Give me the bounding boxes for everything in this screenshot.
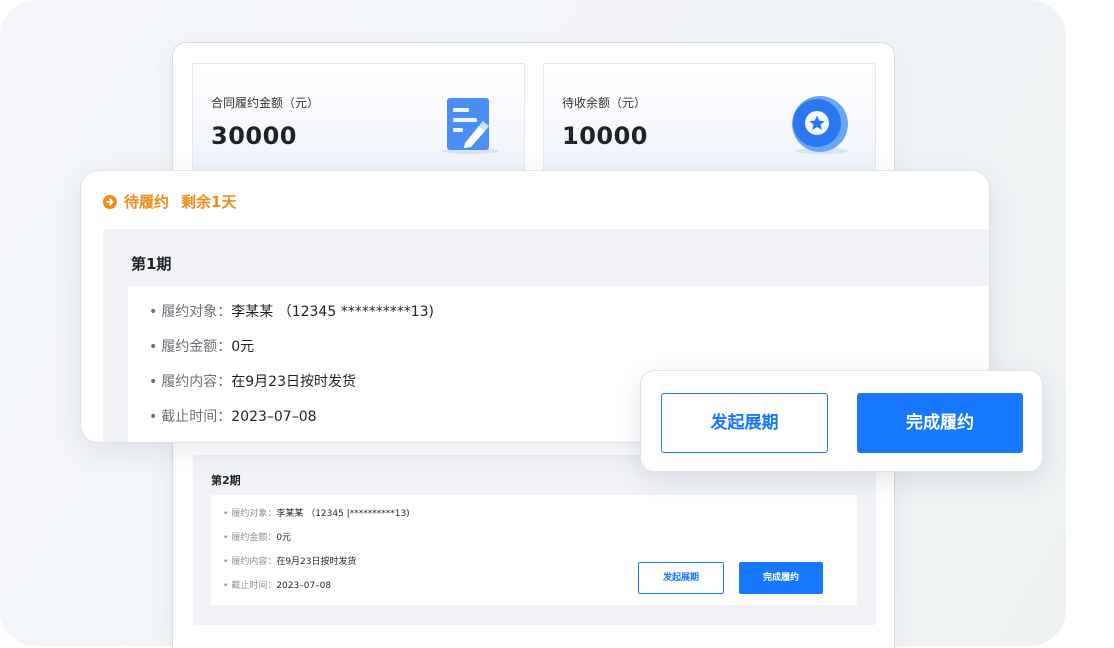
status-label: 待履约	[124, 193, 170, 211]
complete-button[interactable]: 完成履约	[739, 562, 823, 594]
action-panel: 发起展期 完成履约	[640, 370, 1043, 472]
list-item: • 履约金额：0元	[223, 533, 292, 543]
list-item: • 履约对象：李某某 （12345 **********13)	[149, 304, 434, 320]
list-item: • 履约内容：在9月23日按时发货	[149, 374, 356, 390]
contract-amount-card: 合同履约金额（元） 30000	[192, 63, 525, 175]
period-detail-list: • 履约对象：李某某 （12345 |**********13) • 履约金额：0元…	[223, 507, 410, 603]
period-2-section: 第2期 • 履约对象：李某某 （12345 |**********13) • 履约金…	[193, 455, 876, 625]
period-title: 第1期	[131, 255, 172, 273]
stat-value: 30000	[211, 122, 297, 150]
status-badge: 待履约 剩余1天	[103, 191, 236, 212]
complete-button[interactable]: 完成履约	[857, 393, 1023, 453]
stat-label: 合同履约金额（元）	[211, 96, 320, 110]
list-item: • 履约内容：在9月23日按时发货	[223, 557, 357, 567]
period-2-details: • 履约对象：李某某 （12345 |**********13) • 履约金额：0元…	[211, 495, 857, 605]
remaining-days: 剩余1天	[181, 193, 237, 211]
stat-value: 10000	[562, 122, 648, 150]
list-item: • 履约金额：0元	[149, 339, 255, 355]
list-item: • 履约对象：李某某 （12345 |**********13)	[223, 509, 410, 519]
arrow-right-circle-icon	[103, 194, 117, 209]
period-title: 第2期	[211, 474, 241, 487]
extend-button[interactable]: 发起展期	[661, 393, 828, 453]
document-edit-icon	[443, 98, 499, 154]
stat-label: 待收余额（元）	[562, 96, 647, 110]
list-item: • 截止时间：2023–07–08	[149, 409, 317, 425]
pending-balance-card: 待收余额（元） 10000	[543, 63, 876, 175]
period-detail-list: • 履约对象：李某某 （12345 **********13) • 履约金额：0元 …	[149, 302, 434, 442]
list-item: • 截止时间：2023–07–08	[223, 581, 332, 591]
star-coin-icon	[792, 96, 848, 154]
extend-button[interactable]: 发起展期	[638, 562, 724, 594]
